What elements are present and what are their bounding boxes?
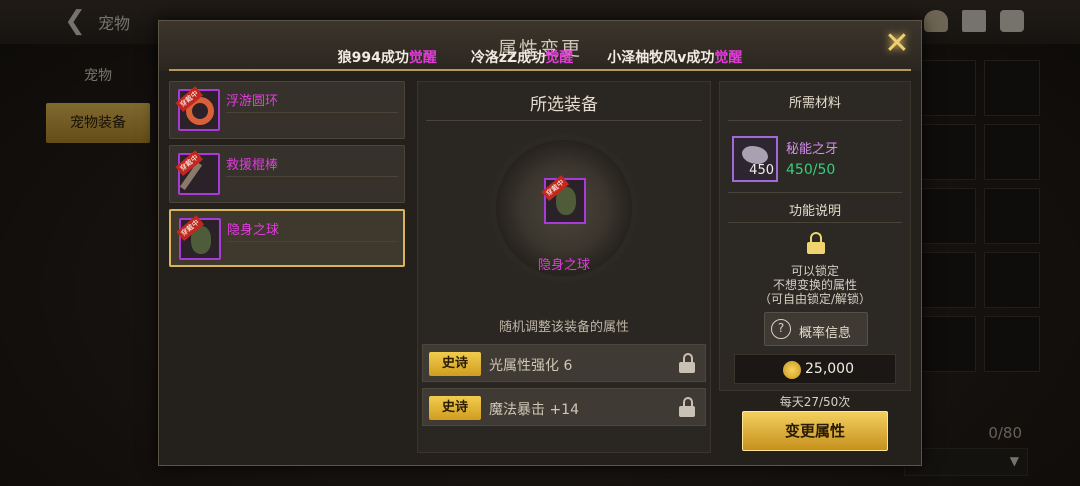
cost-display: 25,000 — [734, 354, 896, 384]
function-desc-line: （可自由锁定/解锁） — [758, 292, 872, 306]
fang-icon[interactable]: 450 — [732, 136, 778, 182]
header-divider — [169, 69, 911, 71]
material-progress: 450/50 — [786, 162, 836, 178]
materials-title: 所需材料 — [788, 96, 841, 111]
material-name: 秘能之牙 — [786, 142, 839, 157]
selected-equipment-name: 隐身之球 — [537, 258, 590, 273]
equipment-item[interactable]: 穿戴中 浮游圆环 — [169, 81, 405, 139]
change-description: 随机调整该装备的属性 — [498, 320, 629, 335]
equipment-item[interactable]: 穿戴中 救援棍棒 — [169, 145, 405, 203]
grenade-icon: 穿戴中 — [541, 175, 586, 224]
change-attribute-button[interactable]: 变更属性 — [742, 411, 888, 451]
question-icon: ? — [771, 319, 791, 339]
function-title: 功能说明 — [788, 204, 841, 219]
attribute-text: 光属性强化 6 — [489, 358, 573, 374]
ticker-item: 冷洛zZ成功觉醒 — [470, 50, 574, 66]
ring-icon: 穿戴中 — [175, 86, 220, 131]
probability-label: 概率信息 — [799, 326, 852, 341]
lock-icon — [806, 232, 826, 254]
equipment-name: 浮游圆环 — [226, 94, 279, 109]
probability-info-button[interactable]: ? 概率信息 — [764, 312, 868, 346]
baton-icon: 穿戴中 — [175, 150, 220, 195]
awaken-ticker: 狼994成功觉醒 冷洛zZ成功觉醒 小泽柚牧风v成功觉醒 — [159, 47, 921, 69]
attribute-change-modal: 属性变更 狼994成功觉醒 冷洛zZ成功觉醒 小泽柚牧风v成功觉醒 ✕ 穿戴中 … — [158, 20, 922, 466]
selected-equipment-panel: 所选装备 穿戴中 隐身之球 随机调整该装备的属性 史诗 光属性强化 6 史诗 魔… — [417, 81, 711, 453]
equipment-item-selected[interactable]: 穿戴中 隐身之球 — [169, 209, 405, 267]
selected-title: 所选装备 — [530, 95, 598, 115]
equipment-name: 隐身之球 — [227, 223, 280, 238]
attribute-row: 史诗 光属性强化 6 — [422, 344, 706, 382]
rarity-badge: 史诗 — [429, 352, 481, 376]
equipment-wheel: 穿戴中 隐身之球 — [490, 134, 638, 282]
unlock-icon[interactable] — [677, 397, 697, 417]
unlock-icon[interactable] — [677, 353, 697, 373]
close-x-icon[interactable]: ✕ — [883, 29, 911, 59]
rarity-badge: 史诗 — [429, 396, 481, 420]
modal-header: 属性变更 狼994成功觉醒 冷洛zZ成功觉醒 小泽柚牧风v成功觉醒 — [159, 21, 921, 71]
function-desc-line: 不想变换的属性 — [772, 278, 857, 292]
gold-coin-icon — [783, 361, 801, 379]
material-panel: 所需材料 450 秘能之牙 450/50 功能说明 可以锁定 不想变换的属性 （… — [719, 81, 911, 391]
function-desc-line: 可以锁定 — [790, 264, 839, 278]
ticker-item: 狼994成功觉醒 — [337, 50, 437, 66]
attribute-row: 史诗 魔法暴击 +14 — [422, 388, 706, 426]
material-count: 450 — [749, 163, 774, 178]
ticker-item: 小泽柚牧风v成功觉醒 — [607, 50, 743, 66]
equipment-list: 穿戴中 浮游圆环 穿戴中 救援棍棒 穿戴中 隐身之球 — [169, 81, 405, 273]
equipment-name: 救援棍棒 — [226, 158, 279, 173]
attribute-text: 魔法暴击 +14 — [489, 402, 579, 418]
grenade-icon: 穿戴中 — [176, 215, 221, 260]
cost-value: 25,000 — [805, 361, 854, 377]
daily-limit: 每天27/50次 — [779, 395, 851, 409]
